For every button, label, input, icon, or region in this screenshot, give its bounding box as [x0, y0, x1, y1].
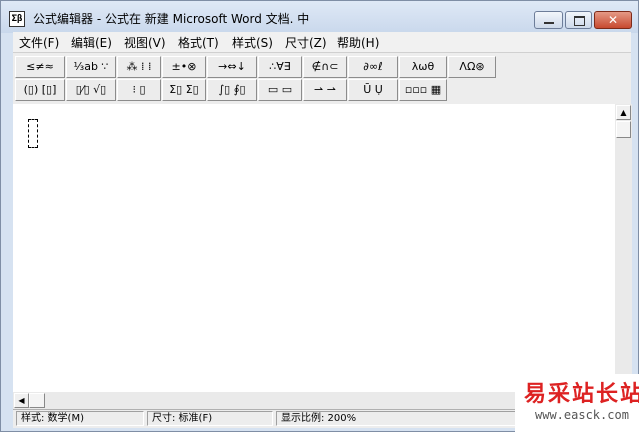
app-icon[interactable]: Σβ	[9, 11, 25, 27]
fraction-radical-templates-button[interactable]: ▯⁄▯ √▯	[66, 79, 116, 101]
vertical-scroll-thumb[interactable]	[616, 121, 631, 138]
matrix-templates-button[interactable]: ▫▫▫ ▦	[399, 79, 447, 101]
summation-templates-button[interactable]: Σ▯ Σ▯	[162, 79, 206, 101]
arrow-symbols-button[interactable]: →⇔↓	[207, 56, 257, 78]
integral-templates-button[interactable]: ∫▯ ∮▯	[207, 79, 257, 101]
menu-style[interactable]: 样式(S)	[232, 34, 273, 51]
status-style: 样式: 数学(M)	[16, 411, 144, 426]
subscript-superscript-templates-button[interactable]: ⁝ ▯	[117, 79, 161, 101]
close-button[interactable]: ✕	[594, 11, 632, 29]
empty-input-slot[interactable]	[28, 119, 38, 148]
menu-file[interactable]: 文件(F)	[19, 34, 59, 51]
horizontal-scrollbar[interactable]: ◀	[13, 392, 527, 409]
window-title: 公式编辑器 - 公式在 新建 Microsoft Word 文档. 中	[33, 12, 310, 26]
operator-symbols-button[interactable]: ±•⊗	[162, 56, 206, 78]
underbar-overbar-templates-button[interactable]: ▭ ▭	[258, 79, 302, 101]
status-zoom: 显示比例: 200%	[276, 411, 516, 426]
maximize-button[interactable]	[565, 11, 592, 29]
set-theory-symbols-button[interactable]: ∉∩⊂	[303, 56, 347, 78]
status-size: 尺寸: 标准(F)	[147, 411, 273, 426]
minimize-icon	[544, 22, 554, 24]
maximize-icon	[574, 16, 585, 26]
menu-bar: 文件(F) 编辑(E) 视图(V) 格式(T) 样式(S) 尺寸(Z) 帮助(H…	[13, 32, 631, 52]
labeled-arrow-templates-button[interactable]: ⇀ ⇀	[303, 79, 347, 101]
menu-edit[interactable]: 编辑(E)	[71, 34, 112, 51]
scroll-left-arrow-icon[interactable]: ◀	[14, 393, 29, 408]
spaces-ellipses-button[interactable]: ⅓ab ∵	[66, 56, 116, 78]
greek-lowercase-button[interactable]: λωθ	[399, 56, 447, 78]
horizontal-scroll-thumb[interactable]	[29, 393, 45, 408]
embellishments-button[interactable]: ⁂ ⁞ ⁞	[117, 56, 161, 78]
equation-editing-area[interactable]	[13, 104, 615, 392]
close-icon: ✕	[607, 13, 619, 27]
watermark-url: www.easck.com	[535, 408, 629, 422]
menu-size[interactable]: 尺寸(Z)	[285, 34, 327, 51]
vertical-scrollbar[interactable]: ▲	[615, 104, 632, 392]
menu-help[interactable]: 帮助(H)	[337, 34, 379, 51]
misc-symbols-button[interactable]: ∂∞ℓ	[348, 56, 398, 78]
symbol-palette: ≤≠≈ ⅓ab ∵ ⁂ ⁞ ⁞ ±•⊗ →⇔↓ ∴∀∃ ∉∩⊂ ∂∞ℓ λωθ …	[13, 52, 631, 105]
equation-editor-window: Σβ 公式编辑器 - 公式在 新建 Microsoft Word 文档. 中 ✕…	[0, 0, 639, 432]
fence-templates-button[interactable]: (▯) [▯]	[15, 79, 65, 101]
scroll-up-arrow-icon[interactable]: ▲	[616, 105, 631, 120]
title-bar[interactable]: Σβ 公式编辑器 - 公式在 新建 Microsoft Word 文档. 中 ✕	[1, 1, 638, 33]
minimize-button[interactable]	[534, 11, 563, 29]
menu-format[interactable]: 格式(T)	[178, 34, 219, 51]
product-set-templates-button[interactable]: Ū Ụ	[348, 79, 398, 101]
greek-uppercase-button[interactable]: ΛΩ⊛	[448, 56, 496, 78]
logical-symbols-button[interactable]: ∴∀∃	[258, 56, 302, 78]
watermark-logo: 易采站长站	[524, 381, 639, 407]
menu-view[interactable]: 视图(V)	[124, 34, 166, 51]
relational-symbols-button[interactable]: ≤≠≈	[15, 56, 65, 78]
site-watermark: 易采站长站 www.easck.com	[515, 374, 639, 432]
